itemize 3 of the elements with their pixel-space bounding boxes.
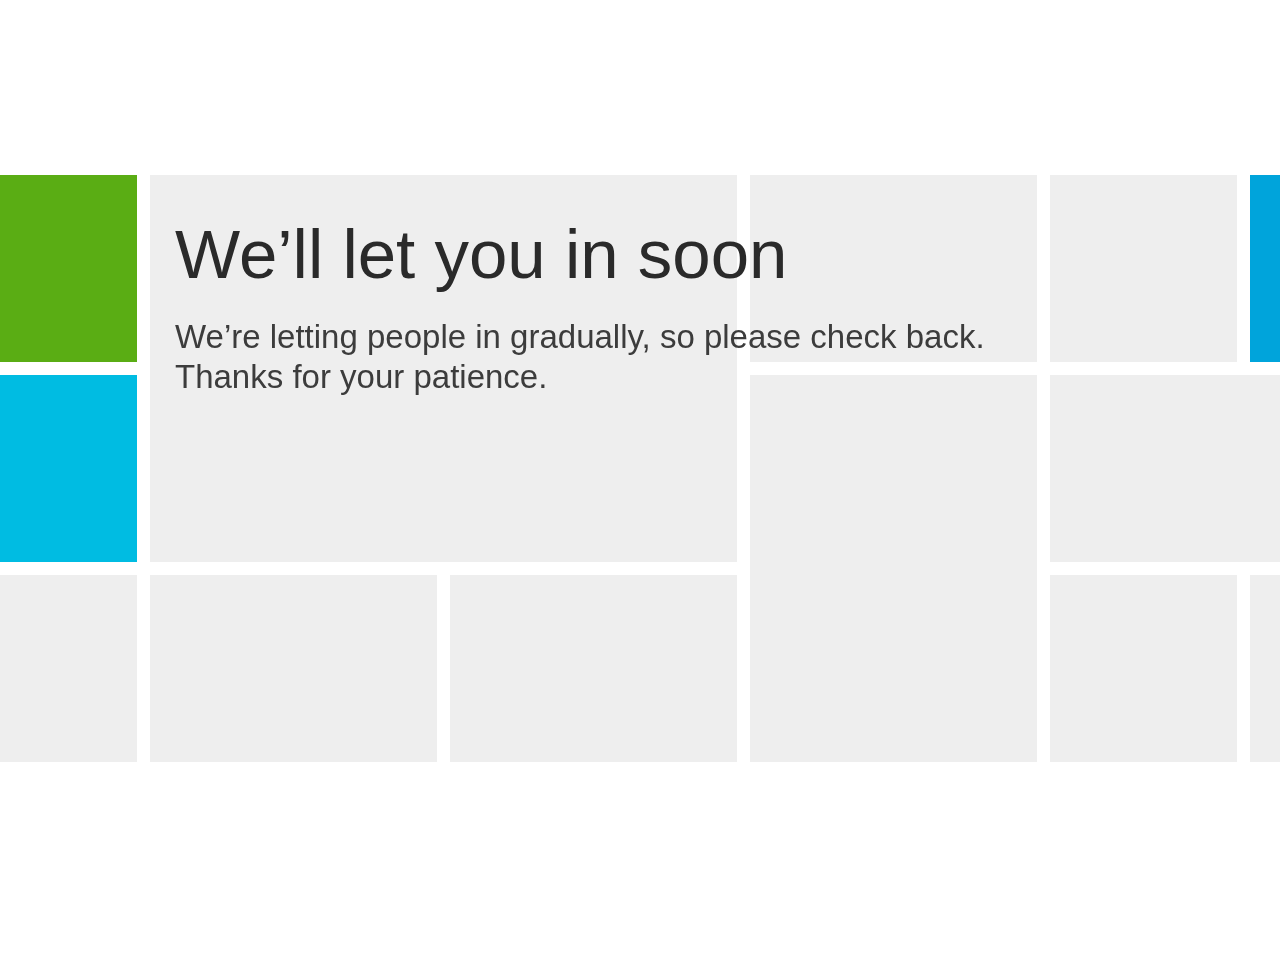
message-text: Thanks for your patience. — [175, 357, 549, 397]
message-text: We’re letting people in gradually, so please check back. — [175, 317, 985, 357]
page-heading: We’ll let you in soon — [175, 215, 788, 295]
